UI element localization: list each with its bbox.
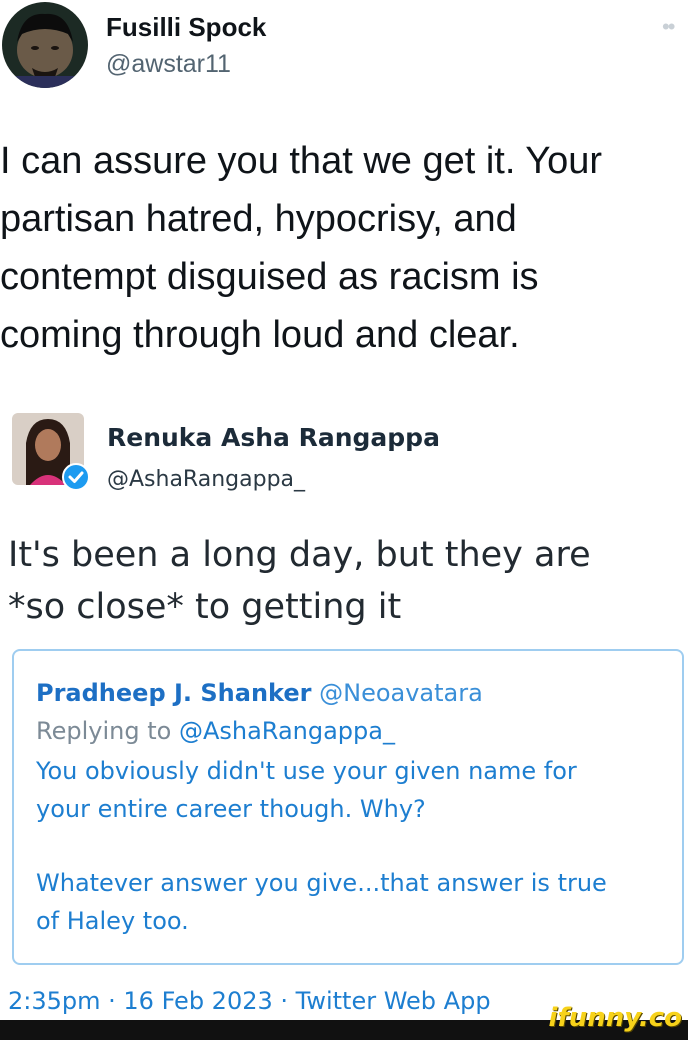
quoted-tweet-text: It's been a long day, but they are *so c… <box>8 529 678 633</box>
embedded-reply-text-line: You obviously didn't use your given name… <box>36 757 577 785</box>
replying-to-label: Replying to <box>36 717 172 745</box>
embedded-reply-text-line: of Haley too. <box>36 907 189 935</box>
author-name[interactable]: Fusilli Spock <box>106 12 266 43</box>
tweet-text-line: partisan hatred, hypocrisy, and <box>0 198 517 240</box>
embedded-reply-text-line: your entire career though. Why? <box>36 795 426 823</box>
author-handle[interactable]: @awstar11 <box>106 50 231 79</box>
embedded-reply-author-name: Pradheep J. Shanker <box>36 679 312 707</box>
tweet-text: I can assure you that we get it. Your pa… <box>0 132 686 364</box>
embedded-reply-text-line: Whatever answer you give...that answer i… <box>36 869 607 897</box>
embedded-reply-author-handle: @Neoavatara <box>319 679 483 707</box>
embedded-reply-card: Pradheep J. Shanker @Neoavatara Replying… <box>12 649 684 965</box>
tweet-text-line: contempt disguised as racism is <box>0 256 539 298</box>
quoted-text-line: It's been a long day, but they are <box>8 535 591 575</box>
ifunny-watermark-logo: ifunny.co <box>548 1003 682 1033</box>
quoted-author-name: Renuka Asha Rangappa <box>107 423 440 452</box>
quoted-author-handle: @AshaRangappa_ <box>107 467 306 492</box>
quoted-tweet-image[interactable]: Renuka Asha Rangappa @AshaRangappa_ It's… <box>0 405 688 1020</box>
quoted-text-line: *so close* to getting it <box>8 587 402 627</box>
quoted-tweet-timestamp: 2:35pm · 16 Feb 2023 · Twitter Web App <box>8 987 491 1015</box>
embedded-reply-author-line: Pradheep J. Shanker @Neoavatara <box>36 679 483 707</box>
embedded-reply-replying-line: Replying to @AshaRangappa_ <box>36 717 395 745</box>
tweet-text-line: coming through loud and clear. <box>0 314 520 356</box>
tweet-text-line: I can assure you that we get it. Your <box>0 140 603 182</box>
replying-to-handle: @AshaRangappa_ <box>178 717 395 745</box>
more-dots-icon[interactable]: •• <box>662 14 675 40</box>
author-avatar[interactable] <box>2 2 88 88</box>
verified-badge-icon <box>62 463 90 491</box>
